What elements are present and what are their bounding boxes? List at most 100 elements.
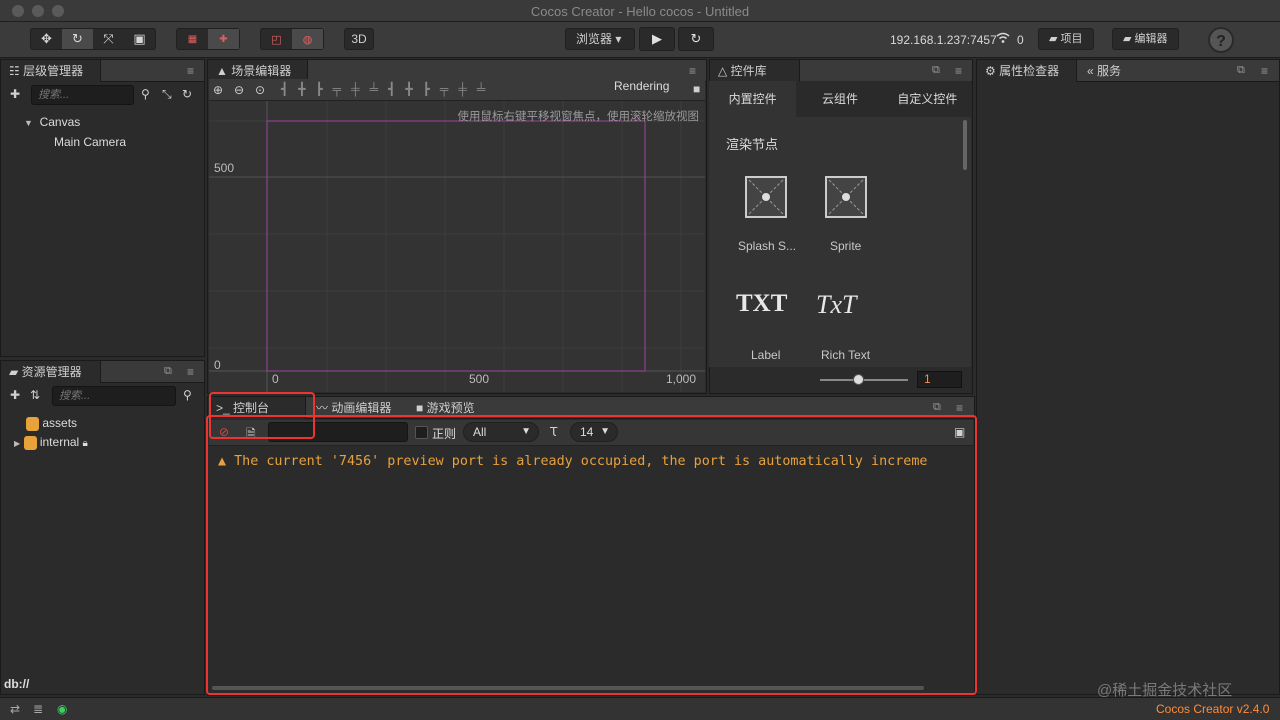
search-icon[interactable]: ⚲ <box>141 87 150 101</box>
widget-zoom-input[interactable]: 1 <box>917 371 962 388</box>
asset-item-assets[interactable]: assets <box>26 416 77 431</box>
database-icon[interactable]: ≣ <box>33 702 43 716</box>
tab-inspector[interactable]: ⚙ 属性检查器 <box>977 60 1077 82</box>
expand-arrow-icon[interactable]: ▼ <box>24 118 33 128</box>
rich-text-widget-icon[interactable]: TxT <box>816 290 856 320</box>
tree-node-canvas[interactable]: ▼ Canvas <box>24 115 80 129</box>
tab-game-preview[interactable]: ■ 游戏预览 <box>408 397 483 419</box>
tab-animation-editor[interactable]: 〰 动画编辑器 <box>308 397 399 419</box>
expand-arrow-icon[interactable]: ▶ <box>14 439 20 448</box>
collapse-console-icon[interactable]: ▣ <box>954 425 965 439</box>
camera-icon[interactable]: ■ <box>693 82 700 96</box>
clear-console-icon[interactable]: ⊘ <box>219 425 229 439</box>
font-size-select[interactable]: 14 ▼ <box>570 422 618 442</box>
label-widget-icon[interactable]: TXT <box>736 290 787 318</box>
rendering-select[interactable]: Rendering <box>614 79 669 93</box>
panel-menu-icon[interactable]: ≡ <box>187 64 194 78</box>
panel-menu-icon[interactable]: ≡ <box>689 64 696 78</box>
hierarchy-search-input[interactable]: 搜索... <box>31 85 134 105</box>
wifi-icon <box>996 32 1010 47</box>
align-tools-icon[interactable]: ┫╋┣╤╪╧┫╋┣╤╪╧ <box>281 82 495 96</box>
assets-search-input[interactable]: 搜索... <box>52 386 176 406</box>
zoom-reset-icon[interactable]: ⊙ <box>255 83 265 97</box>
tab-widget-library[interactable]: △ 控件库 <box>710 60 800 82</box>
log-level-value: All <box>473 425 487 439</box>
y-axis-label-0: 0 <box>214 358 221 372</box>
widget-zoom-slider[interactable] <box>820 379 908 381</box>
toggle-3d-button[interactable]: 3D <box>344 28 374 50</box>
lock-icon: 🔒︎ <box>82 438 88 449</box>
console-filter-input[interactable] <box>268 422 408 442</box>
rect-tool-icon[interactable]: ▣ <box>124 29 155 49</box>
tab-cloud-widgets[interactable]: 云组件 <box>796 81 883 117</box>
panel-menu-icon[interactable]: ≡ <box>1261 64 1268 78</box>
asset-item-label: assets <box>42 416 78 430</box>
preview-platform-select[interactable]: 浏览器 ▾ <box>565 28 635 50</box>
hierarchy-panel: ☷ 层级管理器 ≡ ✚ 搜索... ⚲ ⤡ ↻ <box>0 59 205 357</box>
scene-icon: ▲ <box>216 64 228 78</box>
warning-triangle-icon: △ <box>718 64 728 78</box>
widget-scrollbar[interactable] <box>963 120 967 170</box>
splash-icon[interactable] <box>745 176 787 218</box>
console-tab-label: 控制台 <box>233 401 270 415</box>
snap-icon[interactable]: ◰ <box>261 29 292 49</box>
console-horizontal-scrollbar[interactable] <box>212 686 924 690</box>
zoom-in-icon[interactable]: ⊕ <box>213 83 223 97</box>
warning-text: The current '7456' preview port is alrea… <box>234 454 928 469</box>
popout-icon[interactable]: ⧉ <box>164 365 172 378</box>
folder-icon: ▰ <box>9 365 19 379</box>
panel-menu-icon[interactable]: ≡ <box>187 365 194 379</box>
x-axis-label-500: 500 <box>469 372 490 386</box>
tab-builtin-widgets[interactable]: 内置控件 <box>709 81 797 117</box>
console-log-area[interactable] <box>209 446 973 692</box>
refresh-button[interactable]: ↻ <box>678 27 714 51</box>
hierarchy-tab-label: 层级管理器 <box>23 64 84 78</box>
preview-ip-address[interactable]: 192.168.1.237:7457 <box>890 33 997 47</box>
x-axis-label-1000: 1,000 <box>666 372 697 386</box>
tree-node-label: Main Camera <box>54 135 127 149</box>
add-asset-icon[interactable]: ✚ <box>10 388 20 402</box>
zoom-out-icon[interactable]: ⊖ <box>234 83 244 97</box>
scale-tool-icon[interactable]: ⤧ <box>93 29 124 49</box>
sync-icon[interactable]: ⇄ <box>10 702 20 716</box>
rotate-tool-icon[interactable]: ↻ <box>62 29 93 49</box>
open-log-file-icon[interactable]: 🗎︎ <box>246 425 256 446</box>
database-icon <box>26 416 39 431</box>
widget-label-splash: Splash S... <box>738 239 797 253</box>
tab-services[interactable]: « 服务 <box>1079 60 1129 82</box>
hierarchy-icon: ☷ <box>9 64 20 78</box>
log-level-select[interactable]: All ▼ <box>463 422 539 442</box>
sprite-icon[interactable] <box>825 176 867 218</box>
popout-icon[interactable]: ⧉ <box>932 64 940 77</box>
pivot-icon[interactable]: ▦ <box>177 29 208 49</box>
tab-custom-widgets[interactable]: 自定义控件 <box>884 81 971 117</box>
asset-item-internal[interactable]: ▶ internal 🔒︎ <box>14 435 88 450</box>
add-node-icon[interactable]: ✚ <box>10 87 20 101</box>
tab-hierarchy[interactable]: ☷ 层级管理器 <box>1 60 101 82</box>
panel-menu-icon[interactable]: ≡ <box>956 401 963 415</box>
tab-assets[interactable]: ▰ 资源管理器 <box>1 361 101 383</box>
open-project-button[interactable]: ▰ 项目 <box>1038 28 1094 50</box>
widget-zoom-slider-handle[interactable] <box>853 374 864 385</box>
tab-console[interactable]: >_ 控制台 <box>208 397 306 419</box>
play-button[interactable]: ▶ <box>639 27 675 51</box>
popout-icon[interactable]: ⧉ <box>933 401 941 414</box>
scene-viewport[interactable]: 使用鼠标右键平移视窗焦点，使用滚轮缩放视图 500 0 0 500 1,000 <box>209 101 705 392</box>
folder-icon: ▰ <box>1123 33 1132 45</box>
console-warning-message[interactable]: ▲ The current '7456' preview port is alr… <box>218 454 963 469</box>
global-icon[interactable]: ✚ <box>208 29 239 49</box>
sort-icon[interactable]: ⇅ <box>30 388 40 402</box>
regex-checkbox[interactable] <box>415 426 428 439</box>
panel-menu-icon[interactable]: ≡ <box>955 64 962 78</box>
help-button[interactable]: ? <box>1208 27 1234 53</box>
open-editor-button[interactable]: ▰ 编辑器 <box>1112 28 1179 50</box>
refresh-icon[interactable]: ↻ <box>182 87 192 101</box>
move-tool-icon[interactable]: ✥ <box>31 29 62 49</box>
tree-node-main-camera[interactable]: Main Camera <box>54 135 126 149</box>
search-icon[interactable]: ⚲ <box>183 388 192 402</box>
popout-icon[interactable]: ⧉ <box>1237 64 1245 77</box>
title-bar: Cocos Creator - Hello cocos - Untitled <box>0 0 1280 22</box>
grid-icon[interactable]: ◍ <box>292 29 323 49</box>
animation-icon: 〰 <box>316 401 329 415</box>
collapse-icon[interactable]: ⤡ <box>162 87 172 102</box>
